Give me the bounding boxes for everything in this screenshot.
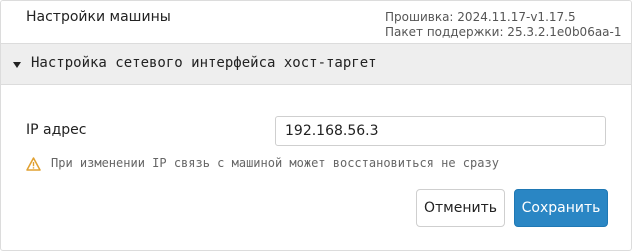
cancel-button[interactable]: Отменить [416,189,505,227]
section-title: Настройка сетевого интерфейса хост-тарге… [31,55,377,71]
network-section-header[interactable]: Настройка сетевого интерфейса хост-тарге… [1,44,631,85]
save-button[interactable]: Сохранить [514,189,608,227]
ip-change-warning: При изменении IP связь с машиной может в… [51,156,499,170]
machine-settings-panel: Настройки машины Прошивка: 2024.11.17-v1… [0,0,632,251]
panel-header: Настройки машины Прошивка: 2024.11.17-v1… [1,1,631,44]
support-pack-version: Пакет поддержки: 25.3.2.1e0b06aa-1 [385,25,622,39]
ip-address-input[interactable] [275,116,606,146]
firmware-version: Прошивка: 2024.11.17-v1.17.5 [385,10,576,24]
page-title: Настройки машины [26,9,171,25]
ip-address-label: IP адрес [26,122,87,138]
warning-triangle-icon [26,157,41,171]
version-info: Прошивка: 2024.11.17-v1.17.5 Пакет подде… [385,10,622,40]
caret-down-icon[interactable] [13,62,21,68]
